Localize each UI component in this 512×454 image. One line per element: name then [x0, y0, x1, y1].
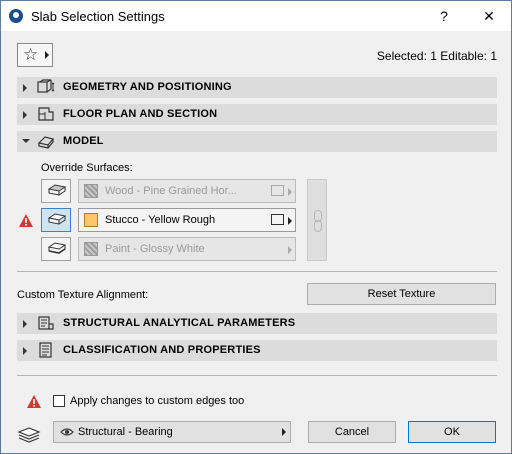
expand-arrow-icon — [23, 320, 27, 328]
star-icon: ☆ — [23, 45, 39, 64]
section-model[interactable]: MODEL — [17, 131, 497, 152]
chevron-right-icon — [282, 428, 286, 436]
section-label: CLASSIFICATION AND PROPERTIES — [63, 344, 261, 356]
section-label: FLOOR PLAN AND SECTION — [63, 108, 218, 120]
layer-select[interactable]: Structural - Bearing — [53, 421, 291, 443]
section-label: STRUCTURAL ANALYTICAL PARAMETERS — [63, 317, 296, 329]
chain-link-icon — [314, 220, 322, 232]
bottom-surface-material-select[interactable]: Paint - Glossy White — [78, 237, 296, 261]
close-button[interactable]: ✕ — [477, 5, 501, 27]
cancel-button[interactable]: Cancel — [308, 421, 396, 443]
slab-top-surface-icon — [47, 184, 67, 196]
layer-name: Structural - Bearing — [78, 426, 173, 438]
selection-info: Selected: 1 Editable: 1 — [376, 49, 497, 63]
collapse-arrow-icon — [22, 139, 30, 143]
chevron-right-icon — [288, 188, 292, 196]
top-surface-button[interactable] — [41, 179, 71, 203]
material-swatch — [84, 184, 98, 198]
material-name: Paint - Glossy White — [105, 243, 205, 255]
chevron-right-icon — [288, 217, 292, 225]
classification-icon — [39, 342, 52, 358]
top-surface-material-select[interactable]: Wood - Pine Grained Hor... — [78, 179, 296, 203]
bottom-surface-button[interactable] — [41, 237, 71, 261]
override-surfaces-label: Override Surfaces: — [41, 162, 133, 174]
material-name: Stucco - Yellow Rough — [105, 214, 216, 226]
reset-texture-button[interactable]: Reset Texture — [307, 283, 496, 305]
warning-icon — [27, 395, 41, 408]
slab-bottom-surface-icon — [47, 242, 67, 254]
chevron-right-icon — [288, 246, 292, 254]
archicad-app-icon — [9, 9, 23, 23]
apply-custom-edges-checkbox[interactable] — [53, 395, 65, 407]
section-label: GEOMETRY AND POSITIONING — [63, 81, 232, 93]
geometry-icon — [37, 79, 55, 93]
floor-plan-icon — [38, 107, 54, 121]
dialog-window: Slab Selection Settings ? ✕ ☆ Selected: … — [0, 0, 512, 454]
material-picker-icon — [271, 185, 284, 196]
edge-surface-button[interactable] — [41, 208, 71, 232]
edge-surface-material-select[interactable]: Stucco - Yellow Rough — [78, 208, 296, 232]
expand-arrow-icon — [23, 84, 27, 92]
window-title: Slab Selection Settings — [31, 9, 165, 24]
eye-icon — [60, 428, 74, 436]
section-geometry-positioning[interactable]: GEOMETRY AND POSITIONING — [17, 77, 497, 98]
expand-arrow-icon — [23, 347, 27, 355]
expand-arrow-icon — [23, 111, 27, 119]
material-swatch — [84, 242, 98, 256]
dialog-content: ☆ Selected: 1 Editable: 1 GEOMETRY AND P… — [1, 31, 511, 453]
link-surfaces-button[interactable] — [307, 179, 327, 261]
warning-icon — [19, 214, 33, 227]
material-picker-icon — [271, 214, 284, 225]
structural-icon — [38, 316, 54, 330]
chevron-right-icon — [45, 51, 49, 59]
divider — [17, 375, 497, 376]
slab-edge-surface-icon — [47, 213, 67, 225]
favorites-button[interactable]: ☆ — [17, 43, 53, 67]
section-floor-plan-section[interactable]: FLOOR PLAN AND SECTION — [17, 104, 497, 125]
material-name: Wood - Pine Grained Hor... — [105, 185, 237, 197]
apply-custom-edges-label: Apply changes to custom edges too — [70, 395, 245, 407]
divider — [17, 271, 497, 272]
title-bar: Slab Selection Settings ? ✕ — [1, 1, 511, 31]
section-label: MODEL — [63, 135, 104, 147]
model-icon — [37, 136, 55, 149]
material-swatch — [84, 213, 98, 227]
help-button[interactable]: ? — [432, 5, 456, 27]
section-classification-properties[interactable]: CLASSIFICATION AND PROPERTIES — [17, 340, 497, 361]
custom-texture-alignment-label: Custom Texture Alignment: — [17, 289, 149, 301]
section-structural-analytical[interactable]: STRUCTURAL ANALYTICAL PARAMETERS — [17, 313, 497, 334]
ok-button[interactable]: OK — [408, 421, 496, 443]
layers-icon — [17, 427, 41, 443]
